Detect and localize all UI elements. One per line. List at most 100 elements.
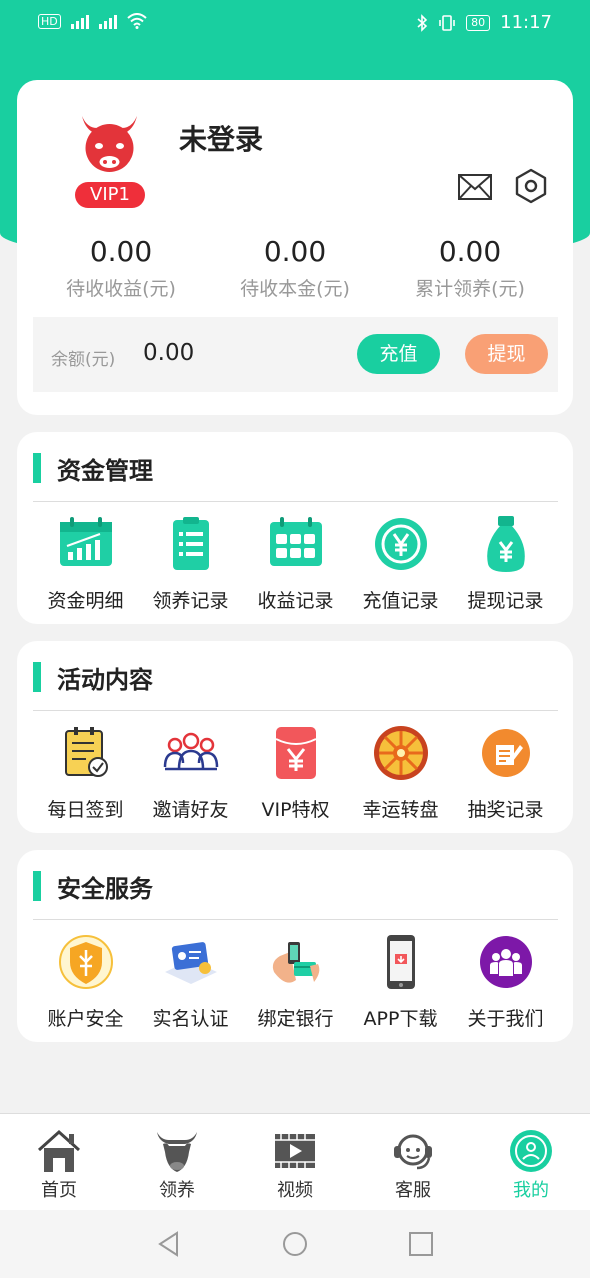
signal-icon [70,13,89,29]
shield-icon [58,935,113,989]
menu-label: 提现记录 [467,590,544,612]
section-title: 活动内容 [33,661,153,694]
vip-badge: VIP1 [75,182,145,208]
chart-calendar-icon [59,517,112,566]
menu-label: VIP特权 [261,799,330,821]
lucky-wheel-icon [373,726,428,780]
menu-label: 抽奖记录 [467,799,544,821]
menu-lottery-records[interactable]: 抽奖记录 [453,723,558,822]
video-icon [275,1134,315,1168]
section-title: 安全服务 [33,870,153,903]
section-accent-bar [33,871,41,901]
bull-icon [157,1132,197,1172]
tab-label: 领养 [159,1180,195,1201]
security-section: 安全服务 账户安全 实名认证 绑定银行 APP下载 关于我们 [17,850,573,1042]
menu-label: 实名认证 [152,1008,229,1030]
calendar-grid-icon [269,517,322,566]
back-icon[interactable] [155,1230,183,1258]
withdraw-button[interactable]: 提现 [465,334,548,374]
menu-fund-details[interactable]: 资金明细 [33,514,138,613]
menu-label: 充值记录 [362,590,439,612]
home-icon [37,1129,81,1172]
menu-invite-friends[interactable]: 邀请好友 [138,723,243,822]
wifi-icon [127,13,147,29]
divider [33,501,558,502]
stat-pending-income: 0.00 待收收益(元) [36,235,206,301]
money-bag-icon [486,516,525,572]
menu-label: 绑定银行 [257,1008,334,1030]
section-accent-bar [33,453,41,483]
vip-red-packet-icon [275,727,316,779]
battery-icon: 80 [466,14,491,31]
menu-vip-privileges[interactable]: VIP特权 [243,723,348,822]
menu-label: 每日签到 [47,799,124,821]
menu-income-records[interactable]: 收益记录 [243,514,348,613]
stat-label: 累计领养(元) [415,278,525,300]
fund-menu-grid: 资金明细 领养记录 收益记录 充值记录 提现记录 [33,514,558,613]
section-accent-bar [33,662,41,692]
activity-section: 活动内容 每日签到 邀请好友 VIP特权 幸运转盘 抽奖记录 [17,641,573,833]
gear-icon[interactable] [513,168,549,204]
section-title: 资金管理 [33,452,153,485]
tab-label: 视频 [277,1180,313,1201]
id-card-icon [164,942,217,984]
tab-video[interactable]: 视频 [236,1114,354,1210]
username[interactable]: 未登录 [179,118,263,158]
menu-about-us[interactable]: 关于我们 [453,932,558,1031]
vibrate-icon [439,14,455,31]
tab-home[interactable]: 首页 [0,1114,118,1210]
section-title-text: 安全服务 [57,874,153,903]
stat-label: 待收本金(元) [240,278,350,300]
yen-coin-icon [374,518,427,570]
tab-mine[interactable]: 我的 [472,1114,590,1210]
tab-label: 我的 [513,1180,549,1201]
menu-adoption-records[interactable]: 领养记录 [138,514,243,613]
section-title-text: 活动内容 [57,665,153,694]
stat-total-adopted: 0.00 累计领养(元) [385,235,555,301]
stat-value: 0.00 [263,235,327,268]
tab-label: 客服 [395,1180,431,1201]
checkin-icon [64,727,108,777]
menu-lucky-wheel[interactable]: 幸运转盘 [348,723,453,822]
menu-app-download[interactable]: APP下载 [348,932,453,1031]
tab-adopt[interactable]: 领养 [118,1114,236,1210]
menu-recharge-records[interactable]: 充值记录 [348,514,453,613]
tab-customer-service[interactable]: 客服 [354,1114,472,1210]
bluetooth-icon [417,13,428,32]
menu-label: 邀请好友 [152,799,229,821]
menu-label: 资金明细 [47,590,124,612]
mail-icon[interactable] [457,172,493,202]
stat-label: 待收收益(元) [66,278,176,300]
bank-card-icon [272,942,319,983]
profile-icon [510,1130,552,1172]
divider [33,710,558,711]
menu-label: 领养记录 [152,590,229,612]
recents-icon[interactable] [407,1230,435,1258]
clipboard-list-icon [172,517,209,570]
status-bar: HD 80 11:17 [0,0,590,48]
menu-label: 收益记录 [257,590,334,612]
menu-daily-checkin[interactable]: 每日签到 [33,723,138,822]
avatar[interactable] [72,108,147,178]
menu-label: APP下载 [363,1008,438,1030]
balance-label: 余额(元) [51,350,116,370]
menu-withdraw-records[interactable]: 提现记录 [453,514,558,613]
home-nav-icon[interactable] [281,1230,309,1258]
security-menu-grid: 账户安全 实名认证 绑定银行 APP下载 关于我们 [33,932,558,1031]
menu-label: 关于我们 [467,1008,544,1030]
status-left: HD [38,13,147,29]
lottery-record-icon [481,729,530,777]
headset-icon [394,1134,432,1170]
recharge-button[interactable]: 充值 [357,334,440,374]
bottom-tab-bar: 首页 领养 视频 客服 我的 [0,1113,590,1210]
menu-account-security[interactable]: 账户安全 [33,932,138,1031]
menu-bind-bank[interactable]: 绑定银行 [243,932,348,1031]
hd-indicator: HD [38,13,61,29]
about-us-icon [479,936,532,988]
stat-pending-principal: 0.00 待收本金(元) [210,235,380,301]
stat-value: 0.00 [89,235,153,268]
fund-management-section: 资金管理 资金明细 领养记录 收益记录 充值记录 提现记录 [17,432,573,624]
menu-real-name-verification[interactable]: 实名认证 [138,932,243,1031]
divider [33,919,558,920]
stat-value: 0.00 [438,235,502,268]
